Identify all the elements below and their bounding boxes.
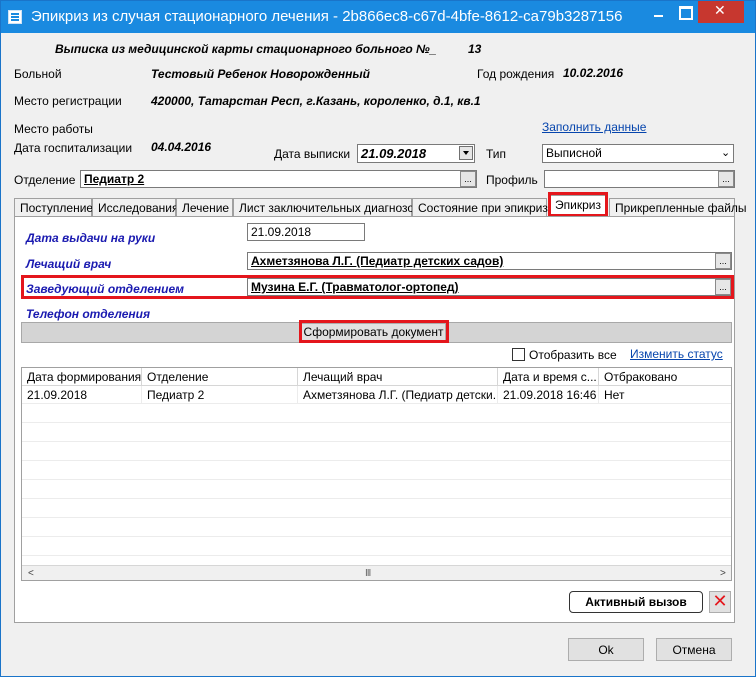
maximize-button[interactable] [671,1,697,23]
profile-dots-button[interactable]: ... [718,171,734,187]
tab-final-diagnoses[interactable]: Лист заключительных диагнозов [233,198,420,216]
title-bar: Эпикриз из случая стационарного лечения … [1,1,755,33]
table-cell: 21.09.2018 [22,386,142,404]
doctor-label: Лечащий врач [26,257,112,271]
department-value: Педиатр 2 [84,172,145,186]
column-header[interactable]: Лечащий врач [298,368,498,386]
type-chevron-down-icon[interactable]: ⌄ [721,146,730,159]
window-title: Эпикриз из случая стационарного лечения … [31,8,623,25]
registration-label: Место регистрации [14,94,122,108]
issue-date-value: 21.09.2018 [251,225,312,239]
head-dots-button[interactable]: ... [715,279,731,295]
table-cell: Ахметзянова Л.Г. (Педиатр детски... [298,386,498,404]
empty-row [22,519,731,537]
empty-row [22,424,731,442]
birth-year-value: 10.02.2016 [563,66,624,80]
extract-title: Выписка из медицинской карты стационарно… [55,42,437,56]
close-button[interactable] [698,1,744,23]
chevron-down-icon[interactable] [459,146,473,160]
type-select[interactable]: Выписной [542,144,734,163]
empty-row [22,443,731,461]
documents-grid: Дата формирования Отделение Лечащий врач… [21,367,732,581]
minimize-button[interactable] [645,1,671,23]
column-header[interactable]: Дата формирования [22,368,142,386]
column-header[interactable]: Отбраковано [599,368,731,386]
work-label: Место работы [14,122,93,136]
empty-row [22,462,731,480]
discharge-date-picker[interactable]: 21.09.2018 [357,144,475,163]
patient-value: Тестовый Ребенок Новорожденный [151,67,370,81]
admission-label: Дата госпитализации [14,141,133,155]
department-label: Отделение [14,173,76,187]
issue-date-label: Дата выдачи на руки [26,231,156,245]
empty-row [22,481,731,499]
generate-document-button[interactable]: Сформировать документ [301,323,446,341]
tab-treatment[interactable]: Лечение [176,198,233,216]
epicrisis-window: Эпикриз из случая стационарного лечения … [0,0,756,677]
grid-header: Дата формирования Отделение Лечащий врач… [22,368,731,386]
scroll-right-icon[interactable]: > [720,568,726,579]
scroll-thumb-grip[interactable]: III [365,568,371,579]
discharge-label: Дата выписки [274,147,351,161]
type-value: Выписной [546,146,602,160]
type-label: Тип [486,147,507,161]
doctor-field[interactable]: Ахметзянова Л.Г. (Педиатр детских садов) [247,252,732,270]
card-number: 13 [468,42,482,56]
ok-button[interactable]: Ok [568,638,644,661]
active-call-button[interactable]: Активный вызов [569,591,703,613]
delete-icon[interactable]: ✕ [709,591,731,613]
table-cell: 21.09.2018 16:46 [498,386,599,404]
doctor-value: Ахметзянова Л.Г. (Педиатр детских садов) [251,254,504,268]
show-all-label: Отобразить все [529,348,617,362]
column-header[interactable]: Дата и время с... [498,368,599,386]
fill-data-link[interactable]: Заполнить данные [542,120,646,134]
empty-row [22,538,731,556]
doctor-dots-button[interactable]: ... [715,253,731,269]
department-field[interactable]: Педиатр 2 [80,170,477,188]
phone-label: Телефон отделения [26,307,151,321]
cancel-button[interactable]: Отмена [656,638,732,661]
department-dots-button[interactable]: ... [460,171,476,187]
birth-year-label: Год рождения [477,67,555,81]
empty-row [22,500,731,518]
tab-research[interactable]: Исследования [92,198,178,216]
head-label: Заведующий отделением [26,282,185,296]
registration-value: 420000, Татарстан Респ, г.Казань, короле… [151,94,481,108]
profile-label: Профиль [486,173,538,187]
tab-admission[interactable]: Поступление [14,198,93,216]
empty-row [22,405,731,423]
head-field[interactable]: Музина Е.Г. (Травматолог-ортопед) [247,278,732,296]
show-all-checkbox[interactable] [512,348,525,361]
patient-label: Больной [14,67,62,81]
tab-epicrisis[interactable]: Эпикриз [549,195,607,217]
issue-date-input[interactable]: 21.09.2018 [247,223,365,241]
table-cell: Педиатр 2 [142,386,298,404]
column-header[interactable]: Отделение [142,368,298,386]
head-value: Музина Е.Г. (Травматолог-ортопед) [251,280,459,294]
app-icon [8,10,22,24]
table-cell: Нет [599,386,731,404]
table-row[interactable]: 21.09.2018 Педиатр 2 Ахметзянова Л.Г. (П… [22,386,731,404]
admission-value: 04.04.2016 [151,140,212,154]
discharge-date-value: 21.09.2018 [361,146,427,161]
tab-condition[interactable]: Состояние при эпикризе [412,198,554,216]
profile-field[interactable] [544,170,735,188]
scroll-left-icon[interactable]: < [28,568,34,579]
tab-attached-files[interactable]: Прикрепленные файлы [609,198,747,216]
change-status-link[interactable]: Изменить статус [630,347,723,361]
horizontal-scrollbar[interactable]: < III > [22,565,731,580]
